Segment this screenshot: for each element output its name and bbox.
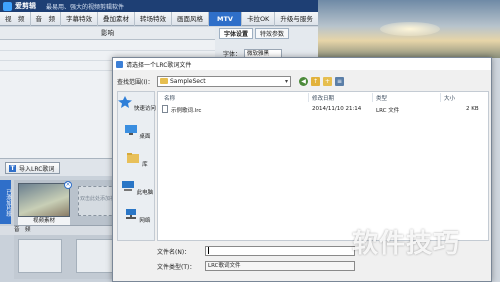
settings-tabs: 字体设置 特效参数 bbox=[219, 28, 291, 39]
file-list: 名称 修改日期 类型 大小 示例歌词.lrc 2014/11/10 21:14 … bbox=[157, 91, 489, 241]
tab-effect-params[interactable]: 特效参数 bbox=[255, 28, 290, 39]
filename-label: 文件名(N)： bbox=[157, 248, 191, 256]
menu-karaoke[interactable]: 卡拉OK bbox=[242, 12, 276, 26]
back-icon[interactable]: ◀ bbox=[299, 76, 308, 86]
desktop-icon bbox=[124, 125, 137, 135]
column-divider bbox=[440, 93, 441, 102]
chevron-down-icon: ▾ bbox=[284, 77, 288, 85]
look-in-value: SampleSect bbox=[170, 77, 206, 85]
column-modified-header[interactable]: 修改日期 bbox=[312, 94, 334, 102]
place-this-pc[interactable]: 此电脑 bbox=[118, 180, 156, 196]
menu-upgrade-service[interactable]: 升级与服务 bbox=[275, 12, 319, 26]
watermark-text: 软件技巧 bbox=[352, 229, 461, 259]
star-icon bbox=[118, 96, 133, 108]
library-icon bbox=[127, 153, 140, 163]
column-size-header[interactable]: 大小 bbox=[444, 94, 455, 102]
tab-font-settings[interactable]: 字体设置 bbox=[219, 28, 254, 39]
menu-mtv[interactable]: MTV bbox=[209, 12, 242, 26]
text-icon: T bbox=[9, 164, 16, 172]
menu-overlay-assets[interactable]: 叠加素材 bbox=[98, 12, 135, 26]
place-label: 快速访问 bbox=[133, 106, 156, 112]
place-libraries[interactable]: 库 bbox=[118, 152, 156, 168]
up-folder-icon[interactable]: ↑ bbox=[311, 76, 320, 86]
file-size: 2 KB bbox=[466, 106, 479, 112]
navigation-toolbar: ◀ ↑ + ≡ bbox=[299, 76, 347, 86]
close-icon[interactable]: × bbox=[64, 181, 72, 189]
file-modified: 2014/11/10 21:14 bbox=[312, 106, 362, 112]
look-in-row: 查找范围(I)： SampleSect ▾ ◀ ↑ + ≡ bbox=[117, 74, 487, 88]
dialog-app-icon bbox=[116, 60, 123, 68]
document-icon bbox=[162, 105, 168, 113]
main-menubar: 视 频 音 频 字幕特效 叠加素材 转场特效 画面风格 MTV 卡拉OK 升级与… bbox=[0, 12, 319, 26]
column-divider bbox=[308, 93, 309, 102]
menu-picture-style[interactable]: 画面风格 bbox=[172, 12, 209, 26]
look-in-combobox[interactable]: SampleSect ▾ bbox=[157, 75, 291, 87]
preview-header: 影响 bbox=[0, 27, 215, 40]
filetype-label: 文件类型(T)： bbox=[157, 263, 196, 271]
place-label: 桌面 bbox=[139, 134, 151, 140]
file-name: 示例歌词.lrc bbox=[171, 108, 202, 114]
filetype-row: 文件类型(T)： LRC歌词文件 bbox=[157, 260, 489, 272]
app-slogan: 最易用、强大的视频剪辑软件 bbox=[46, 3, 125, 11]
computer-icon bbox=[121, 181, 134, 191]
place-desktop[interactable]: 桌面 bbox=[118, 124, 156, 140]
column-divider bbox=[372, 93, 373, 102]
filetype-select[interactable]: LRC歌词文件 bbox=[205, 261, 355, 271]
column-type-header[interactable]: 类型 bbox=[376, 94, 387, 102]
video-clip-thumbnail[interactable]: × bbox=[18, 181, 72, 217]
folder-icon bbox=[160, 78, 168, 84]
banner-image bbox=[318, 0, 500, 58]
places-bar: 快速访问 桌面 库 此电脑 网络 bbox=[117, 91, 156, 241]
place-label: 库 bbox=[142, 162, 148, 168]
look-in-label: 查找范围(I)： bbox=[117, 78, 154, 86]
filename-input[interactable] bbox=[205, 246, 355, 256]
audio-slot[interactable] bbox=[18, 239, 62, 273]
network-icon bbox=[125, 209, 136, 219]
text-caret bbox=[208, 247, 209, 254]
app-title: 爱剪辑 bbox=[15, 2, 36, 10]
import-lrc-button[interactable]: T 导入LRC歌词 bbox=[5, 162, 61, 174]
column-name-header[interactable]: 名称 bbox=[164, 94, 175, 102]
place-label: 此电脑 bbox=[136, 190, 154, 196]
dialog-titlebar: 请选择一个LRC歌词文件 bbox=[113, 58, 491, 70]
place-quick-access[interactable]: 快速访问 bbox=[118, 96, 156, 112]
banner-sun-glow bbox=[380, 22, 440, 36]
preview-row-divider bbox=[0, 50, 215, 51]
menu-subtitle-effects[interactable]: 字幕特效 bbox=[61, 12, 98, 26]
place-label: 网络 bbox=[139, 218, 151, 224]
dialog-title: 请选择一个LRC歌词文件 bbox=[126, 61, 192, 69]
import-lrc-label: 导入LRC歌词 bbox=[19, 165, 55, 173]
new-folder-icon[interactable]: + bbox=[323, 76, 332, 86]
menu-transitions[interactable]: 转场特效 bbox=[135, 12, 172, 26]
app-logo-icon bbox=[3, 1, 12, 11]
menu-video[interactable]: 视 频 bbox=[0, 12, 31, 26]
place-network[interactable]: 网络 bbox=[118, 208, 156, 224]
added-clips-tab[interactable]: 已添加片段 bbox=[0, 180, 11, 224]
video-clip-label: 视频素材 bbox=[18, 217, 70, 225]
file-row[interactable]: 示例歌词.lrc 2014/11/10 21:14 LRC 文件 2 KB bbox=[162, 105, 484, 114]
file-type: LRC 文件 bbox=[376, 108, 400, 114]
view-menu-icon[interactable]: ≡ bbox=[335, 76, 344, 86]
menu-audio[interactable]: 音 频 bbox=[31, 12, 61, 26]
